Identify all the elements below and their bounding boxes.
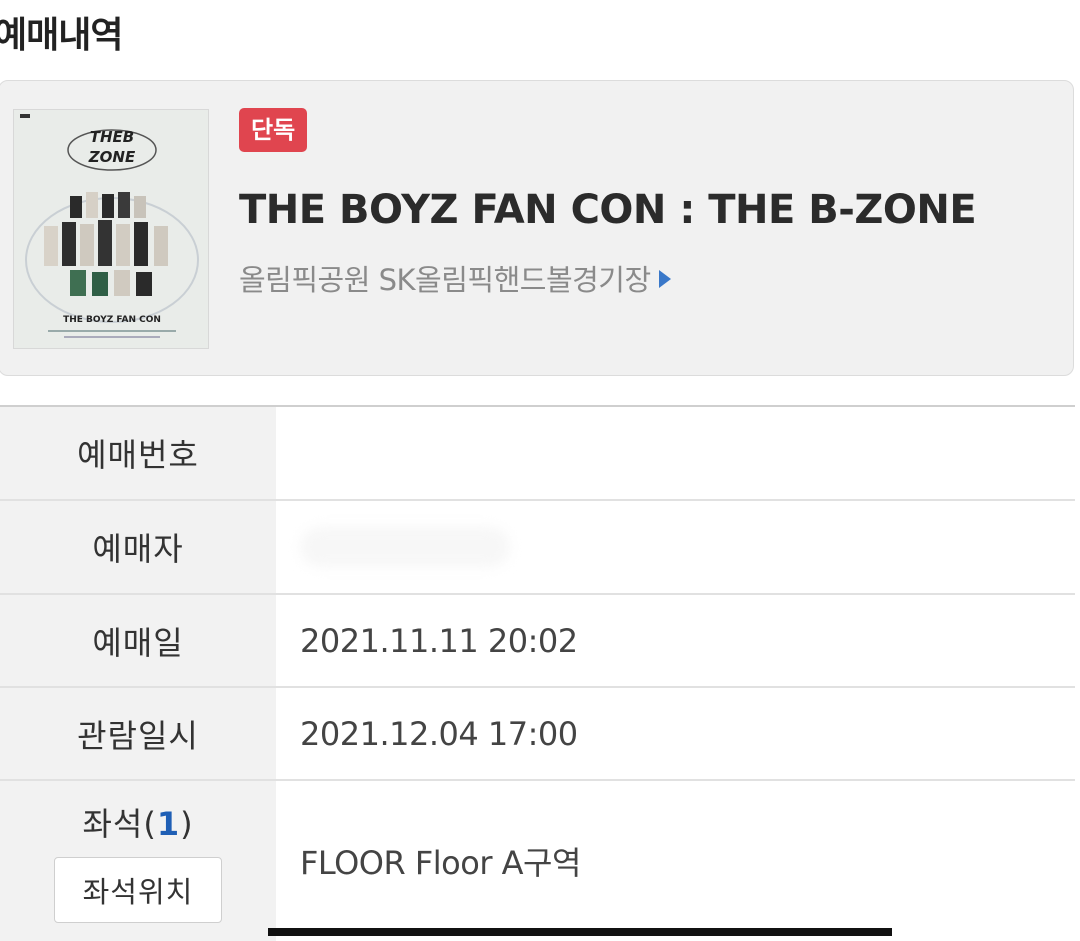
booker-label: 예매자 — [0, 501, 276, 593]
play-arrow-icon — [658, 270, 671, 288]
redacted-booker — [300, 527, 510, 567]
show-datetime-value: 2021.12.04 17:00 — [300, 714, 578, 753]
reservation-number-value — [276, 407, 1075, 499]
seat-label: 좌석(1) — [82, 805, 194, 843]
booking-date-label: 예매일 — [0, 595, 276, 686]
show-datetime-label: 관람일시 — [0, 688, 276, 779]
booking-details-table: 예매번호 예매자 예매일 2021.11.11 20:02 관람일시 2021.… — [0, 405, 1075, 941]
seat-label-text: 좌석 — [82, 805, 144, 843]
poster-logo-line2: ZONE — [88, 148, 136, 166]
exclusive-badge: 단독 — [239, 108, 308, 152]
table-row: 예매자 — [0, 501, 1075, 595]
table-row: 관람일시 2021.12.04 17:00 — [0, 688, 1075, 781]
seat-value: FLOOR Floor A구역 — [276, 781, 1075, 941]
booking-date-value: 2021.11.11 20:02 — [300, 621, 578, 660]
table-row: 예매번호 — [0, 407, 1075, 501]
seat-count: 1 — [156, 805, 181, 843]
reservation-number-label: 예매번호 — [0, 407, 276, 499]
event-card[interactable]: THEB ZONE THE BOYZ FAN CON 단독 THE BOYZ F… — [0, 80, 1074, 376]
page-title: 예매내역 — [0, 15, 123, 56]
booker-value — [276, 501, 1075, 593]
bottom-bar — [268, 928, 892, 936]
event-title[interactable]: THE BOYZ FAN CON : THE B-ZONE — [239, 187, 977, 233]
seat-value-text: FLOOR Floor A구역 — [300, 844, 581, 882]
seat-location-button[interactable]: 좌석위치 — [54, 857, 222, 923]
event-poster[interactable]: THEB ZONE THE BOYZ FAN CON — [13, 109, 209, 349]
poster-logo-line1: THEB — [90, 128, 134, 146]
poster-caption: THE BOYZ FAN CON — [63, 315, 161, 325]
table-row: 예매일 2021.11.11 20:02 — [0, 595, 1075, 688]
venue-link[interactable]: 올림픽공원 SK올림픽핸드볼경기장 — [239, 257, 671, 299]
venue-label: 올림픽공원 SK올림픽핸드볼경기장 — [239, 263, 651, 297]
seat-label-cell: 좌석(1) 좌석위치 — [0, 781, 276, 941]
table-row: 좌석(1) 좌석위치 FLOOR Floor A구역 — [0, 781, 1075, 941]
